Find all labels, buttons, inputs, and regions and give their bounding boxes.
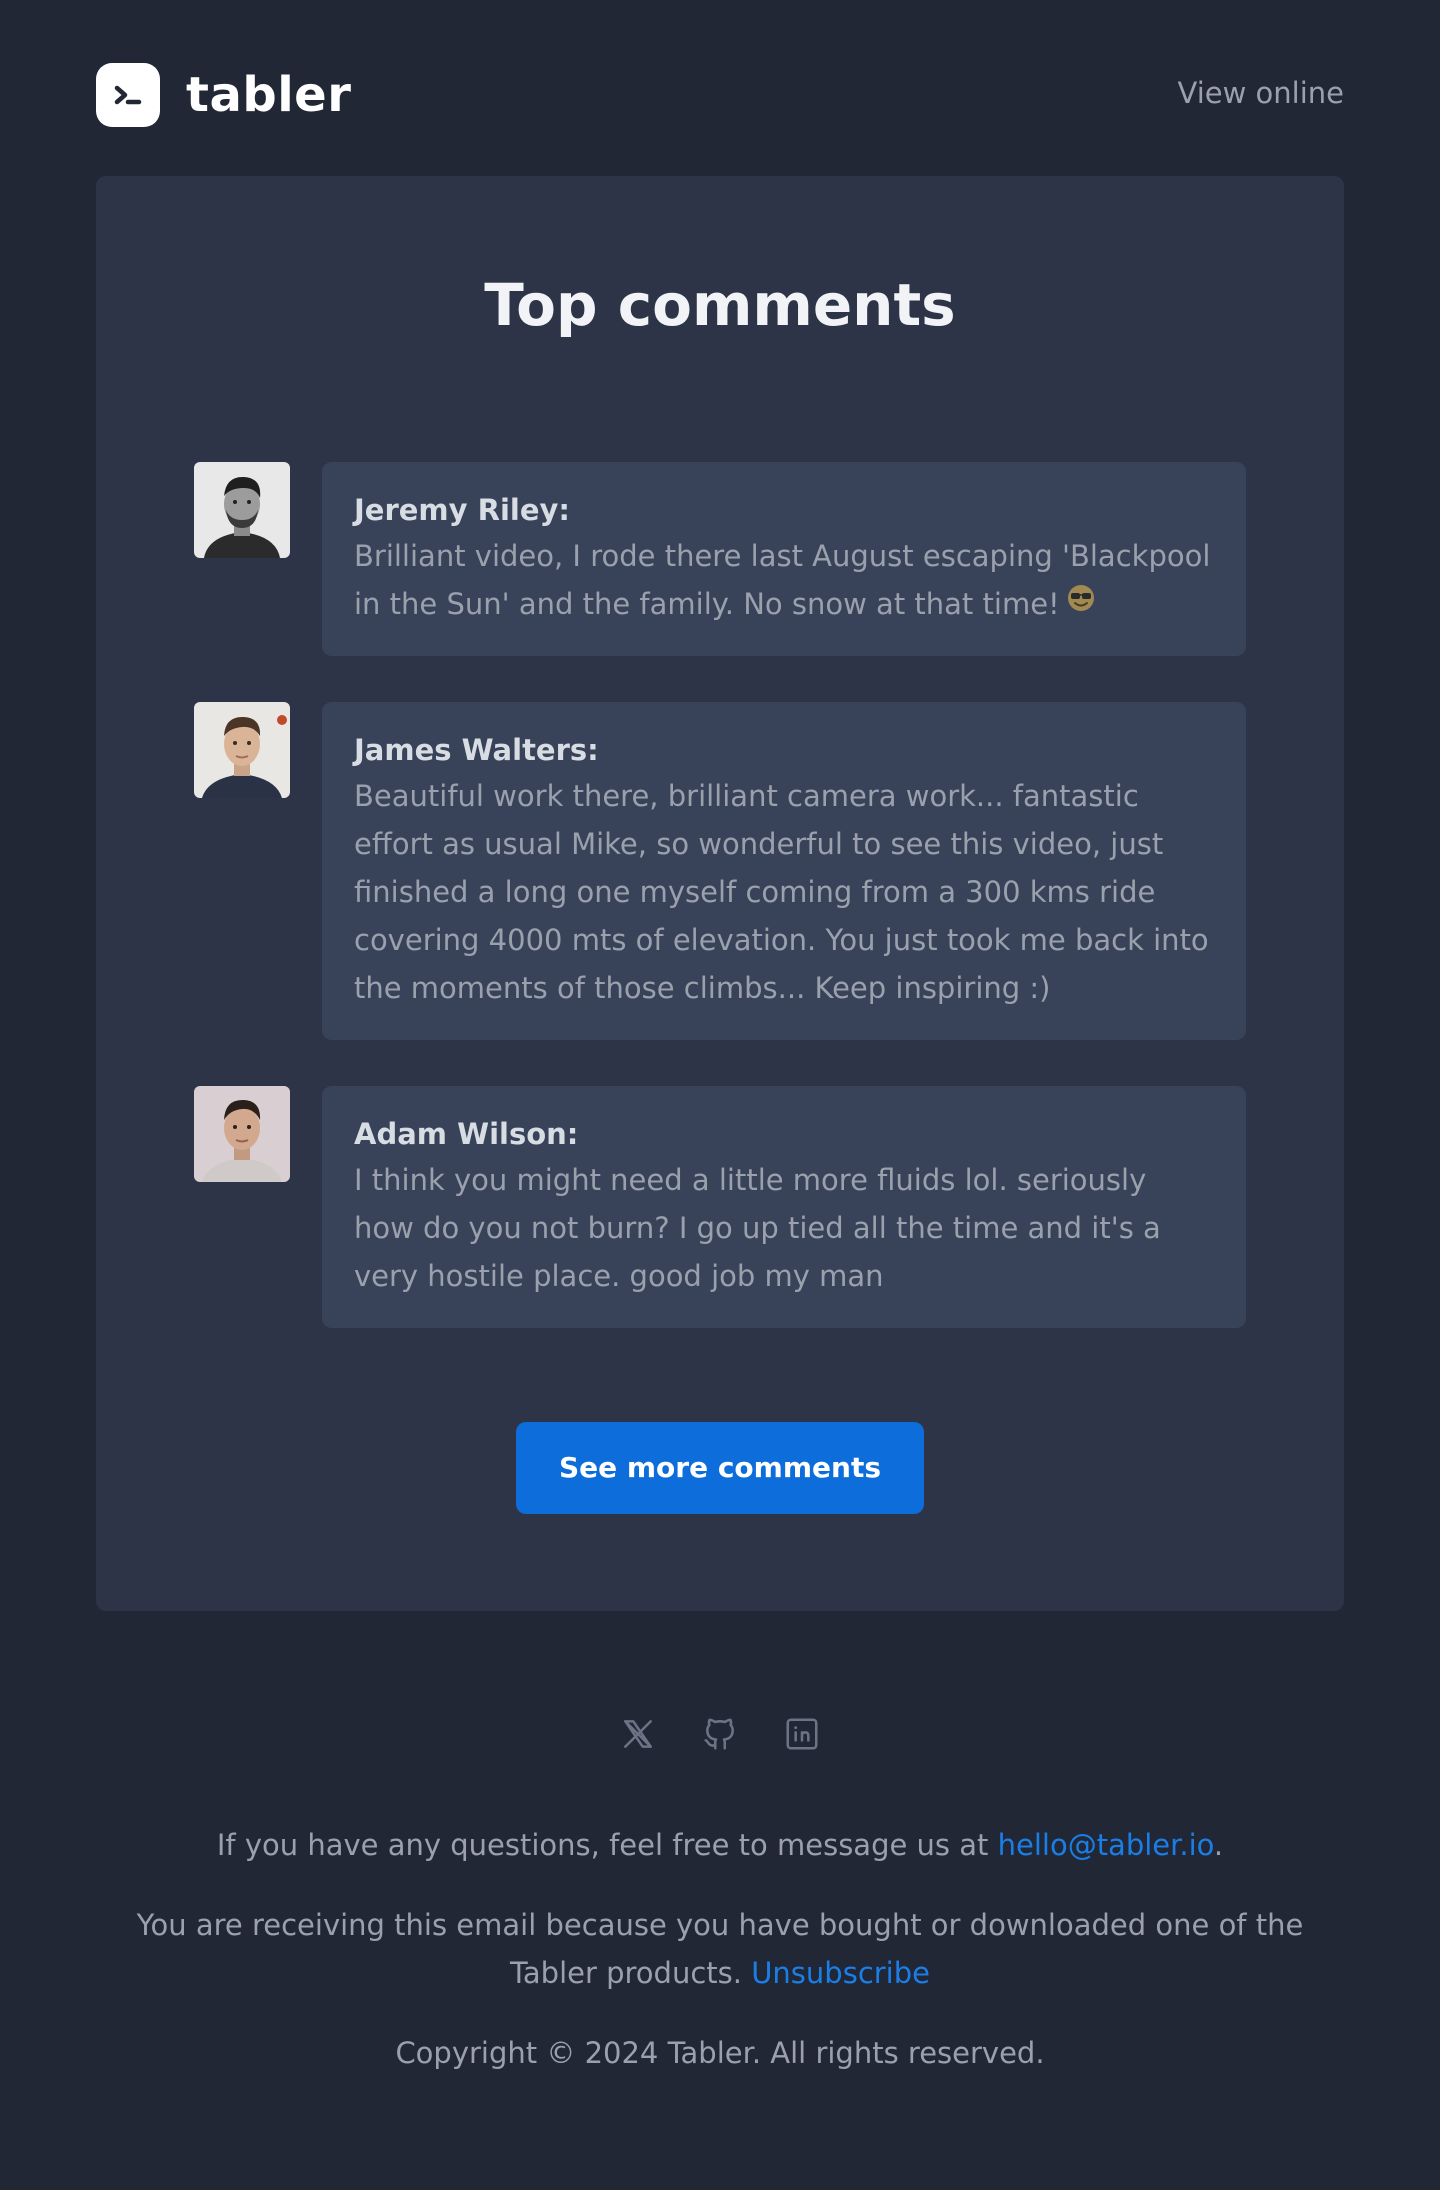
comment-bubble: Jeremy Riley: Brilliant video, I rode th… xyxy=(322,462,1246,656)
linkedin-icon[interactable] xyxy=(780,1712,824,1756)
github-icon[interactable] xyxy=(698,1712,742,1756)
comment-text: I think you might need a little more flu… xyxy=(354,1163,1161,1293)
comments-card: Top comments Jeremy Riley: Brilliant vid… xyxy=(96,176,1344,1611)
comment-bubble: Adam Wilson: I think you might need a li… xyxy=(322,1086,1246,1328)
comment-text: Brilliant video, I rode there last Augus… xyxy=(354,532,1214,628)
receiving-notice: You are receiving this email because you… xyxy=(96,1901,1344,1997)
comment-text: Beautiful work there, brilliant camera w… xyxy=(354,779,1209,1005)
social-links xyxy=(96,1712,1344,1756)
unsubscribe-link[interactable]: Unsubscribe xyxy=(751,1956,930,1990)
tabler-logo-icon xyxy=(96,63,160,127)
email-wrapper: tabler View online Top comments Jeremy R… xyxy=(96,0,1344,2070)
card-title: Top comments xyxy=(484,271,956,339)
contact-suffix: . xyxy=(1213,1828,1224,1862)
brand-name: tabler xyxy=(186,67,352,123)
contact-line: If you have any questions, feel free to … xyxy=(96,1821,1344,1869)
avatar xyxy=(194,702,290,798)
brand[interactable]: tabler xyxy=(96,63,351,127)
receiving-text: You are receiving this email because you… xyxy=(136,1908,1304,1990)
contact-email-link[interactable]: hello@tabler.io xyxy=(998,1828,1214,1862)
smiling-face-with-sunglasses-icon xyxy=(1066,579,1096,627)
see-more-comments-button[interactable]: See more comments xyxy=(516,1422,924,1514)
view-online-link[interactable]: View online xyxy=(1178,76,1345,110)
comment-bubble: James Walters: Beautiful work there, bri… xyxy=(322,702,1246,1040)
button-row: See more comments xyxy=(96,1422,1344,1514)
header: tabler View online xyxy=(96,0,1344,176)
comment-author: Adam Wilson: xyxy=(354,1117,579,1151)
avatar xyxy=(194,1086,290,1182)
x-icon[interactable] xyxy=(616,1712,660,1756)
copyright: Copyright © 2024 Tabler. All rights rese… xyxy=(395,2036,1045,2070)
comment-author: James Walters: xyxy=(354,733,599,767)
avatar xyxy=(194,462,290,558)
comment-author: Jeremy Riley: xyxy=(354,493,571,527)
contact-text: If you have any questions, feel free to … xyxy=(216,1828,998,1862)
